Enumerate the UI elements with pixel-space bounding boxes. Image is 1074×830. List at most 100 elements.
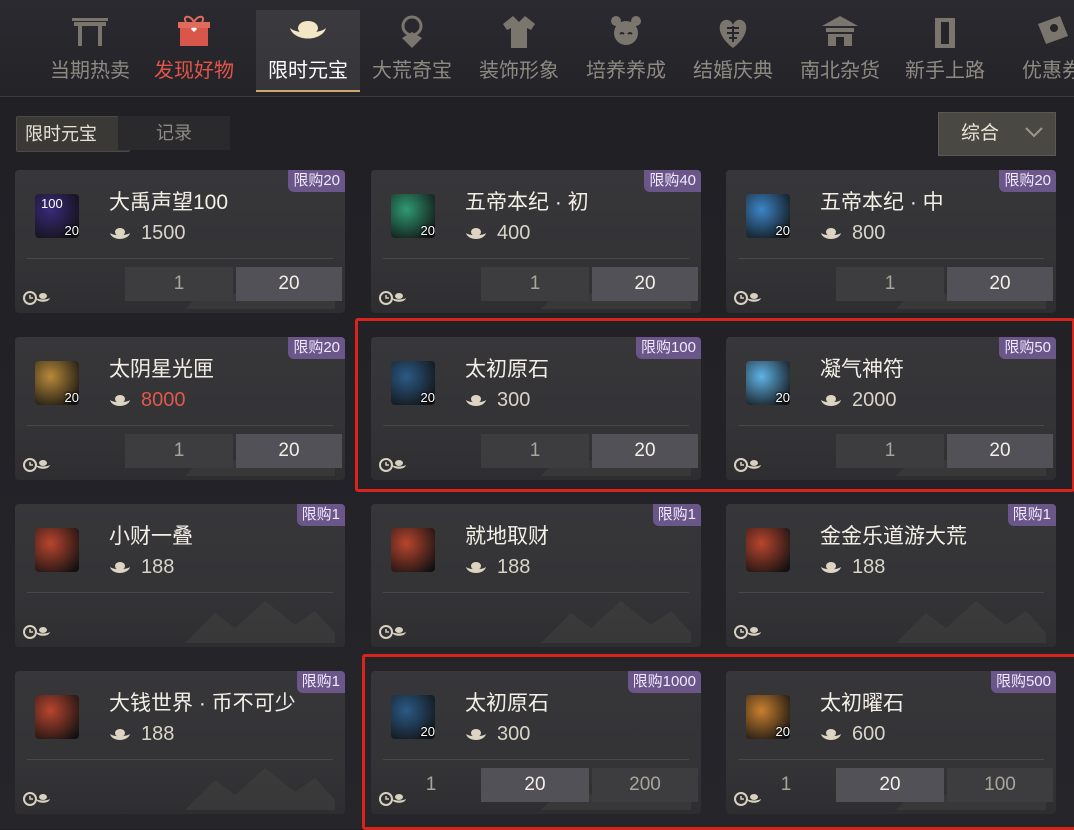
quantity-option[interactable]: 100 xyxy=(947,768,1053,802)
item-card[interactable]: 限购1 就地取财 188 xyxy=(371,504,701,647)
purchase-limit-badge: 限购1000 xyxy=(627,671,701,693)
item-stack-count: 20 xyxy=(420,724,435,739)
item-card[interactable]: 限购1 大钱世界 · 币不可少 188 xyxy=(15,671,345,814)
gold-ingot-icon xyxy=(288,14,328,50)
item-icon[interactable]: 20 xyxy=(746,695,790,739)
item-icon[interactable] xyxy=(391,528,435,572)
tab-newbie[interactable]: 新手上路 xyxy=(893,10,997,90)
gift-box-icon xyxy=(174,14,214,50)
item-name: 太阴星光匣 xyxy=(109,358,214,381)
divider xyxy=(383,258,689,259)
item-icon[interactable] xyxy=(35,528,79,572)
item-price: 188 xyxy=(109,556,174,579)
item-stack-count: 20 xyxy=(420,223,435,238)
item-price: 400 xyxy=(465,222,530,245)
tab-general-goods[interactable]: 南北杂货 xyxy=(788,10,892,90)
item-icon[interactable]: 100 20 xyxy=(35,194,79,238)
treasure-pendant-icon xyxy=(392,14,432,50)
item-stack-count: 20 xyxy=(64,390,79,405)
item-name: 大禹声望100 xyxy=(109,191,229,214)
tab-decoration[interactable]: 装饰形象 xyxy=(467,10,571,90)
subtab-records[interactable]: 记录 xyxy=(118,116,230,150)
item-price: 1500 xyxy=(109,222,186,245)
quantity-option-selected[interactable]: 20 xyxy=(592,267,698,301)
item-card[interactable]: 限购100 20 太初原石 300 1 20 xyxy=(371,337,701,480)
quantity-option-selected[interactable]: 20 xyxy=(836,768,944,802)
item-card[interactable]: 限购1 金金乐道游大荒 188 xyxy=(726,504,1056,647)
tab-cultivation[interactable]: 培养养成 xyxy=(574,10,678,90)
quantity-option[interactable]: 1 xyxy=(481,434,589,468)
item-card[interactable]: 限购1 小财一叠 188 xyxy=(15,504,345,647)
quantity-option-selected[interactable]: 20 xyxy=(592,434,698,468)
tab-limited-gold[interactable]: 限时元宝 xyxy=(256,10,360,92)
quantity-option[interactable]: 200 xyxy=(592,768,698,802)
tab-discover[interactable]: 发现好物 xyxy=(142,10,246,90)
item-card[interactable]: 限购50 20 凝气神符 2000 1 20 xyxy=(726,337,1056,480)
item-price-value: 800 xyxy=(852,222,886,244)
gold-ingot-icon xyxy=(821,394,841,406)
item-icon[interactable] xyxy=(746,528,790,572)
item-name: 凝气神符 xyxy=(820,358,904,381)
gold-ingot-icon xyxy=(821,561,841,573)
item-name: 金金乐道游大荒 xyxy=(820,525,967,548)
quantity-option[interactable]: 1 xyxy=(125,267,233,301)
divider xyxy=(738,258,1044,259)
tab-coupon[interactable]: 优惠券 xyxy=(1000,10,1074,90)
item-icon[interactable]: 20 xyxy=(746,361,790,405)
item-name: 太初原石 xyxy=(465,358,549,381)
item-price: 300 xyxy=(465,723,530,746)
quantity-option-selected[interactable]: 20 xyxy=(947,434,1053,468)
item-icon[interactable] xyxy=(35,695,79,739)
divider xyxy=(27,592,333,593)
quantity-option[interactable]: 1 xyxy=(836,267,944,301)
item-card[interactable]: 限购1000 20 太初原石 300 1 20 200 xyxy=(371,671,701,814)
gate-icon xyxy=(70,14,110,50)
item-price: 800 xyxy=(820,222,885,245)
item-icon[interactable]: 20 xyxy=(391,194,435,238)
timed-ingot-icon xyxy=(377,622,406,640)
gold-ingot-icon xyxy=(466,394,486,406)
item-icon[interactable]: 20 xyxy=(746,194,790,238)
shop-building-icon xyxy=(820,14,860,50)
item-price: 300 xyxy=(465,389,530,412)
purchase-limit-badge: 限购50 xyxy=(999,337,1056,359)
purchase-limit-badge: 限购20 xyxy=(288,170,345,192)
quantity-option[interactable]: 1 xyxy=(836,434,944,468)
quantity-option-selected[interactable]: 20 xyxy=(236,434,342,468)
divider xyxy=(383,592,689,593)
item-stack-count: 20 xyxy=(775,724,790,739)
item-name: 大钱世界 · 币不可少 xyxy=(109,692,296,715)
gold-ingot-icon xyxy=(466,728,486,740)
quantity-option-selected[interactable]: 20 xyxy=(236,267,342,301)
subtab-limited-gold[interactable]: 限时元宝 xyxy=(16,116,130,152)
gold-ingot-icon xyxy=(821,728,841,740)
item-card[interactable]: 限购20 20 五帝本纪 · 中 800 1 20 xyxy=(726,170,1056,313)
tab-treasure[interactable]: 大荒奇宝 xyxy=(360,10,464,90)
item-card[interactable]: 限购20 20 太阴星光匣 8000 1 20 xyxy=(15,337,345,480)
item-card[interactable]: 限购40 20 五帝本纪 · 初 400 1 20 xyxy=(371,170,701,313)
quantity-option-selected[interactable]: 20 xyxy=(481,768,589,802)
item-price-value: 1500 xyxy=(141,222,186,244)
item-price-value: 300 xyxy=(497,389,531,411)
timed-ingot-icon xyxy=(21,622,50,640)
item-card[interactable]: 限购500 20 太初曜石 600 1 20 100 xyxy=(726,671,1056,814)
item-stack-count: 20 xyxy=(775,390,790,405)
timed-ingot-icon xyxy=(732,789,761,807)
item-icon[interactable]: 20 xyxy=(391,695,435,739)
tab-hot-sale[interactable]: 当期热卖 xyxy=(38,10,142,90)
tab-wedding[interactable]: 结婚庆典 xyxy=(681,10,785,90)
quantity-option[interactable]: 1 xyxy=(125,434,233,468)
purchase-limit-badge: 限购1 xyxy=(296,504,345,526)
item-icon[interactable]: 20 xyxy=(35,361,79,405)
category-tab-bar: 当期热卖 发现好物 限时元宝 大荒奇宝 装饰形象 培养养成 结婚庆典 南北杂货 … xyxy=(0,0,1074,97)
quantity-option[interactable]: 1 xyxy=(481,267,589,301)
item-price: 188 xyxy=(109,723,174,746)
item-card[interactable]: 限购20 100 20 大禹声望100 1500 1 20 xyxy=(15,170,345,313)
divider xyxy=(738,759,1044,760)
sort-dropdown[interactable]: 综合 xyxy=(938,112,1056,156)
item-price-value: 188 xyxy=(141,556,175,578)
quantity-option-selected[interactable]: 20 xyxy=(947,267,1053,301)
pet-face-icon xyxy=(606,14,646,50)
item-name: 五帝本纪 · 初 xyxy=(465,191,589,214)
item-icon[interactable]: 20 xyxy=(391,361,435,405)
